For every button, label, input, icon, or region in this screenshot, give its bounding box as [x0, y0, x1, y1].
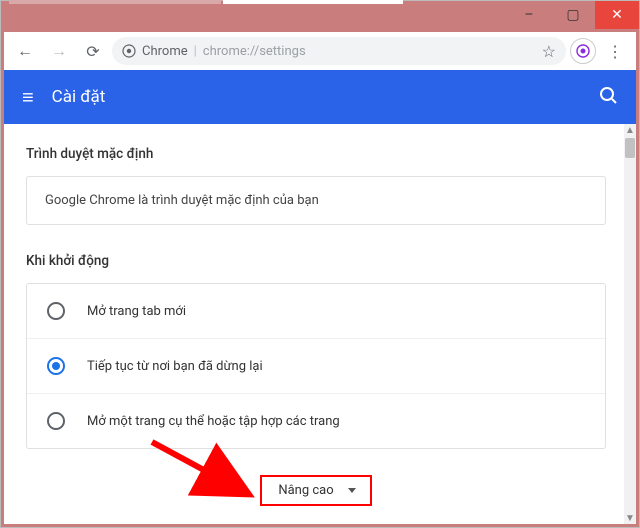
search-icon[interactable] [598, 85, 618, 110]
startup-option-specific[interactable]: Mở một trang cụ thể hoặc tập hợp các tra… [27, 393, 605, 448]
browser-window: – ▢ ✕ ◎ Quantrimang.com: Kiến Thức × ⚙ C… [0, 0, 640, 528]
page-title: Cài đặt [52, 87, 598, 107]
minimize-button[interactable]: – [507, 1, 551, 29]
site-info-icon [122, 44, 136, 58]
startup-radio-group: Mở trang tab mới Tiếp tục từ nơi bạn đã … [26, 283, 606, 449]
settings-header: ≡ Cài đặt [4, 70, 636, 124]
annotation-arrow-icon [144, 434, 264, 504]
back-button[interactable]: ← [10, 36, 40, 66]
radio-label: Tiếp tục từ nơi bạn đã dừng lại [87, 359, 263, 374]
bookmark-star-icon[interactable]: ☆ [542, 42, 556, 61]
menu-button[interactable]: ⋮ [600, 36, 630, 66]
section-title-startup: Khi khởi động [26, 253, 606, 269]
default-browser-text: Google Chrome là trình duyệt mặc định củ… [45, 193, 319, 208]
close-button[interactable]: ✕ [595, 1, 639, 29]
scrollbar-thumb[interactable] [625, 138, 635, 158]
scrollbar-down-icon[interactable]: ▼ [624, 512, 636, 524]
radio-label: Mở một trang cụ thể hoặc tập hợp các tra… [87, 414, 340, 429]
default-browser-card: Google Chrome là trình duyệt mặc định củ… [26, 176, 606, 225]
radio-icon [47, 357, 65, 375]
tab-quantrimang[interactable]: ◎ Quantrimang.com: Kiến Thức × [9, 0, 221, 4]
section-title-default-browser: Trình duyệt mặc định [26, 146, 606, 162]
address-separator: | [194, 44, 197, 59]
window-titlebar: – ▢ ✕ [1, 1, 639, 29]
scrollbar-up-icon[interactable]: ▲ [624, 124, 636, 136]
radio-label: Mở trang tab mới [87, 304, 186, 319]
settings-content: Trình duyệt mặc định Google Chrome là tr… [4, 124, 636, 524]
hamburger-icon[interactable]: ≡ [22, 85, 34, 110]
tab-settings[interactable]: ⚙ Cài đặt × [223, 0, 403, 4]
new-tab-button[interactable]: ＋ [409, 0, 435, 4]
maximize-button[interactable]: ▢ [551, 1, 595, 29]
advanced-label: Nâng cao [278, 483, 333, 498]
startup-option-continue[interactable]: Tiếp tục từ nơi bạn đã dừng lại [27, 338, 605, 393]
profile-button[interactable] [570, 38, 596, 64]
address-path: chrome://settings [203, 44, 306, 59]
chevron-down-icon [348, 488, 356, 493]
address-bar[interactable]: Chrome | chrome://settings ☆ [112, 37, 566, 65]
advanced-button[interactable]: Nâng cao [260, 475, 371, 506]
radio-icon [47, 412, 65, 430]
browser-toolbar: ← → ⟳ Chrome | chrome://settings ☆ ⋮ [4, 32, 636, 70]
scrollbar[interactable]: ▲ ▼ [624, 124, 636, 524]
reload-button[interactable]: ⟳ [78, 36, 108, 66]
startup-option-newtab[interactable]: Mở trang tab mới [27, 284, 605, 338]
forward-button[interactable]: → [44, 36, 74, 66]
radio-icon [47, 302, 65, 320]
address-domain: Chrome [142, 44, 188, 59]
content-scroll: Trình duyệt mặc định Google Chrome là tr… [4, 124, 624, 524]
